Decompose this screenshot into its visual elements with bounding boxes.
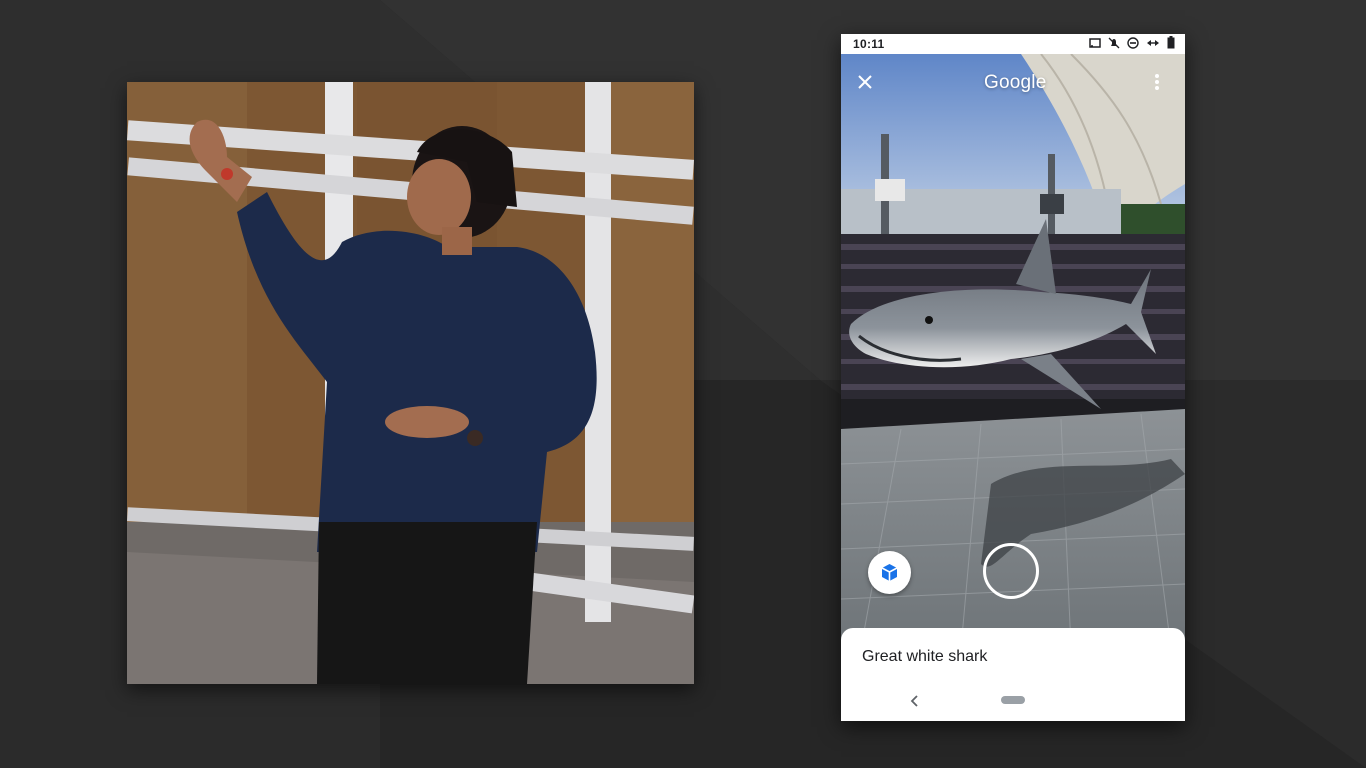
result-bottom-sheet[interactable]: Great white shark — [841, 628, 1185, 721]
google-logo: Google — [984, 72, 1047, 93]
notifications-off-icon — [1108, 37, 1120, 52]
presenter-scene — [127, 82, 694, 684]
more-vert-icon — [1155, 74, 1159, 90]
result-title: Great white shark — [862, 648, 988, 665]
stage-camera-panel — [127, 82, 694, 684]
status-bar: 10:11 — [841, 34, 1185, 54]
view-in-3d-button[interactable] — [868, 551, 911, 594]
nav-back-button[interactable] — [907, 693, 923, 709]
shutter-button[interactable] — [983, 543, 1039, 599]
status-time: 10:11 — [853, 37, 885, 51]
close-button[interactable] — [854, 71, 876, 93]
back-chevron-icon — [910, 695, 918, 707]
nav-home-button[interactable] — [1001, 696, 1025, 704]
close-icon — [858, 75, 872, 89]
battery-icon — [1167, 36, 1175, 52]
status-icons — [1089, 36, 1175, 52]
data-saver-icon — [1146, 37, 1160, 52]
cast-icon — [1089, 37, 1101, 52]
phone-screen: 10:11 Google Great white shark — [841, 34, 1185, 721]
more-options-button[interactable] — [1147, 71, 1167, 93]
3d-cube-icon — [881, 564, 898, 581]
do-not-disturb-icon — [1127, 36, 1139, 52]
